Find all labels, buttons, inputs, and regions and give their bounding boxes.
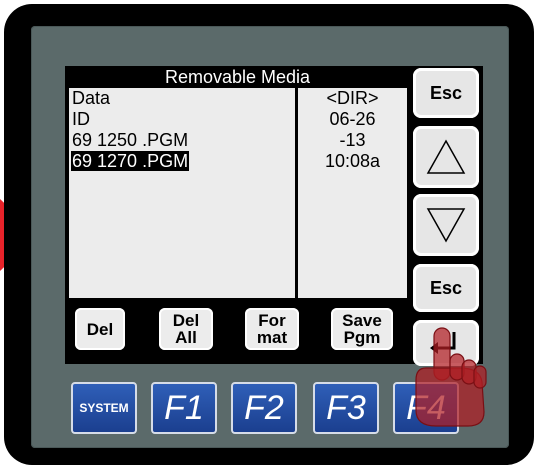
esc-button-bottom[interactable]: Esc — [413, 264, 479, 312]
f2-key[interactable]: F2 — [231, 382, 297, 434]
save-pgm-softkey[interactable]: Save Pgm — [331, 308, 393, 350]
scroll-down-button[interactable] — [413, 194, 479, 256]
lcd-screen: Removable Media Data ID 69 1250 .PGM 69 … — [65, 66, 483, 366]
up-triangle-icon — [426, 139, 466, 174]
format-softkey[interactable]: For mat — [245, 308, 299, 350]
info-year: -13 — [339, 130, 366, 150]
scroll-up-button[interactable] — [413, 126, 479, 188]
f3-key[interactable]: F3 — [313, 382, 379, 434]
enter-button[interactable] — [413, 320, 479, 366]
softkey-bar: Del Del All For mat Save Pgm — [69, 298, 407, 360]
file-item[interactable]: ID — [69, 109, 295, 130]
esc-button-top[interactable]: Esc — [413, 68, 479, 118]
del-softkey[interactable]: Del — [75, 308, 125, 350]
file-item-selected[interactable]: 69 1270 .PGM — [69, 151, 295, 172]
file-item[interactable]: 69 1250 .PGM — [69, 130, 295, 151]
f1-key[interactable]: F1 — [151, 382, 217, 434]
del-all-softkey[interactable]: Del All — [159, 308, 213, 350]
screen-title: Removable Media — [164, 67, 311, 87]
f4-key[interactable]: F4 — [393, 382, 459, 434]
info-date: 06-26 — [329, 109, 376, 129]
info-time: 10:08a — [324, 151, 381, 171]
system-key[interactable]: SYSTEM — [71, 382, 137, 434]
enter-arrow-icon — [430, 332, 456, 354]
down-triangle-icon — [426, 208, 466, 243]
file-info-panel: <DIR> 06-26 -13 10:08a — [298, 88, 407, 298]
info-type: <DIR> — [326, 88, 379, 108]
file-list: Data ID 69 1250 .PGM 69 1270 .PGM — [69, 88, 295, 298]
faceplate: Removable Media Data ID 69 1250 .PGM 69 … — [31, 26, 509, 448]
file-item[interactable]: Data — [69, 88, 295, 109]
device-bezel: Removable Media Data ID 69 1250 .PGM 69 … — [4, 4, 534, 465]
